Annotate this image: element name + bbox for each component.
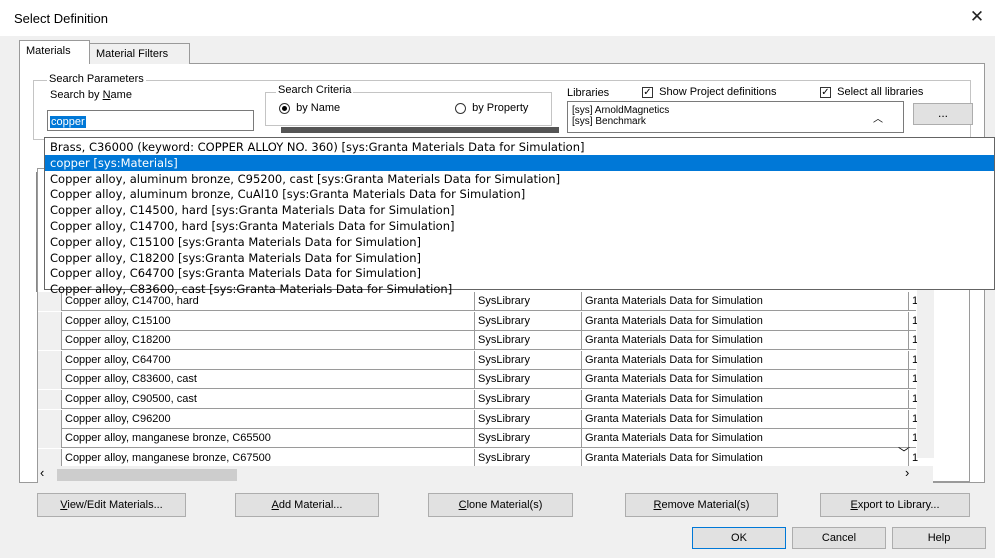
show-project-definitions-checkbox[interactable]: ✓ Show Project definitions xyxy=(642,86,777,98)
chevron-left-icon[interactable]: ‹ xyxy=(40,465,44,480)
material-name-cell: Copper alloy, manganese bronze, C67500 xyxy=(62,448,475,468)
library-cell: Granta Materials Data for Simulation xyxy=(582,350,909,370)
chevron-right-icon[interactable]: › xyxy=(905,465,909,480)
radio-by-property[interactable]: by Property xyxy=(455,102,528,114)
material-name-cell: Copper alloy, C96200 xyxy=(62,409,475,429)
radio-icon xyxy=(455,102,466,114)
libraries-label: Libraries xyxy=(567,87,610,99)
chevron-down-icon[interactable]: ﹀ xyxy=(898,444,910,461)
location-cell: SysLibrary xyxy=(475,311,582,331)
title-bar xyxy=(0,0,995,36)
row-header[interactable] xyxy=(38,390,62,409)
location-cell: SysLibrary xyxy=(475,429,582,449)
library-cell: Granta Materials Data for Simulation xyxy=(582,311,909,331)
row-header[interactable] xyxy=(38,409,62,429)
material-name-cell: Copper alloy, manganese bronze, C65500 xyxy=(62,429,475,449)
library-cell: Granta Materials Data for Simulation xyxy=(582,390,909,409)
table-row[interactable]: Copper alloy, C90500, cast SysLibrary Gran… xyxy=(38,390,918,409)
libraries-list[interactable]: [sys] ArnoldMagnetics [sys] Benchmark xyxy=(567,101,904,133)
location-cell: SysLibrary xyxy=(475,448,582,468)
material-name-cell: Copper alloy, C15100 xyxy=(62,311,475,331)
table-row[interactable]: Copper alloy, manganese bronze, C65500 Sy… xyxy=(38,429,918,449)
search-input-value: copper xyxy=(50,116,86,128)
dropdown-item[interactable]: Copper alloy, C64700 [sys:Granta Materia… xyxy=(45,265,994,281)
dropdown-item[interactable]: Copper alloy, C83600, cast [sys:Granta M… xyxy=(45,281,994,297)
dropdown-item[interactable]: Copper alloy, C14500, hard [sys:Granta M… xyxy=(45,202,994,218)
table-row[interactable]: Copper alloy, C96200 SysLibrary Granta Mat… xyxy=(38,409,918,429)
dropdown-item[interactable]: Copper alloy, C18200 [sys:Granta Materia… xyxy=(45,250,994,266)
row-header[interactable] xyxy=(38,429,62,449)
row-header[interactable] xyxy=(38,331,62,351)
close-icon[interactable]: ✕ xyxy=(966,6,988,28)
location-cell: SysLibrary xyxy=(475,390,582,409)
window-title: Select Definition xyxy=(14,11,108,26)
row-header[interactable] xyxy=(38,311,62,331)
library-item[interactable]: [sys] Benchmark xyxy=(572,116,899,127)
dropdown-item[interactable]: Brass, C36000 (keyword: COPPER ALLOY NO.… xyxy=(45,139,994,155)
location-cell: SysLibrary xyxy=(475,370,582,390)
location-cell: SysLibrary xyxy=(475,409,582,429)
select-all-libraries-checkbox[interactable]: ✓ Select all libraries xyxy=(820,86,923,98)
vertical-scrollbar[interactable] xyxy=(917,290,934,458)
remove-materials-button[interactable]: Remove Material(s) xyxy=(625,493,778,517)
search-input[interactable]: copper xyxy=(47,110,254,131)
dropdown-item[interactable]: Copper alloy, aluminum bronze, CuAl10 [s… xyxy=(45,186,994,202)
radio-selected-icon xyxy=(279,102,290,114)
material-name-cell: Copper alloy, C90500, cast xyxy=(62,390,475,409)
library-cell: Granta Materials Data for Simulation xyxy=(582,409,909,429)
location-cell: SysLibrary xyxy=(475,350,582,370)
export-to-library-button[interactable]: Export to Library... xyxy=(820,493,970,517)
tab-material-filters[interactable]: Material Filters xyxy=(89,43,190,64)
checkbox-checked-icon: ✓ xyxy=(820,86,831,98)
library-cell: Granta Materials Data for Simulation xyxy=(582,429,909,449)
autocomplete-dropdown[interactable]: Brass, C36000 (keyword: COPPER ALLOY NO.… xyxy=(44,137,995,296)
library-item[interactable]: [sys] ArnoldMagnetics xyxy=(572,105,899,116)
library-cell: Granta Materials Data for Simulation xyxy=(582,331,909,351)
table-row[interactable]: Copper alloy, C15100 SysLibrary Granta Mat… xyxy=(38,311,918,331)
material-name-cell: Copper alloy, C83600, cast xyxy=(62,370,475,390)
dropdown-item[interactable]: Copper alloy, C15100 [sys:Granta Materia… xyxy=(45,234,994,250)
table-row[interactable]: Copper alloy, manganese bronze, C67500 Sy… xyxy=(38,448,918,468)
radio-by-name[interactable]: by Name xyxy=(279,102,340,114)
criteria-field[interactable] xyxy=(281,127,559,133)
dropdown-item[interactable]: Copper alloy, aluminum bronze, C95200, c… xyxy=(45,171,994,187)
add-material-button[interactable]: Add Material... xyxy=(235,493,379,517)
clone-materials-button[interactable]: Clone Material(s) xyxy=(428,493,573,517)
view-edit-materials-button[interactable]: View/Edit Materials... xyxy=(37,493,186,517)
table-row[interactable]: Copper alloy, C18200 SysLibrary Granta Mat… xyxy=(38,331,918,351)
library-cell: Granta Materials Data for Simulation xyxy=(582,370,909,390)
location-cell: SysLibrary xyxy=(475,331,582,351)
search-by-name-label: Search by Name xyxy=(50,89,132,101)
material-name-cell: Copper alloy, C64700 xyxy=(62,350,475,370)
material-name-cell: Copper alloy, C18200 xyxy=(62,331,475,351)
checkbox-checked-icon: ✓ xyxy=(642,86,653,98)
chevron-up-icon[interactable]: ︿ xyxy=(873,110,883,125)
browse-libraries-button[interactable]: ... xyxy=(913,103,973,125)
table-row[interactable]: Copper alloy, C64700 SysLibrary Granta Mat… xyxy=(38,350,918,370)
horizontal-scroll-thumb[interactable] xyxy=(57,469,237,481)
row-header[interactable] xyxy=(38,370,62,390)
tab-materials[interactable]: Materials xyxy=(19,40,90,64)
search-parameters-label: Search Parameters xyxy=(47,73,146,85)
dropdown-item[interactable]: Copper alloy, C14700, hard [sys:Granta M… xyxy=(45,218,994,234)
search-criteria-label: Search Criteria xyxy=(276,84,354,96)
table-row[interactable]: Copper alloy, C83600, cast SysLibrary Gran… xyxy=(38,370,918,390)
ok-button[interactable]: OK xyxy=(692,527,786,549)
help-button[interactable]: Help xyxy=(892,527,986,549)
dropdown-item[interactable]: copper [sys:Materials] xyxy=(45,154,994,171)
row-header[interactable] xyxy=(38,350,62,370)
cancel-button[interactable]: Cancel xyxy=(792,527,886,549)
table-header-edge xyxy=(36,172,42,292)
library-cell: Granta Materials Data for Simulation xyxy=(582,448,909,468)
